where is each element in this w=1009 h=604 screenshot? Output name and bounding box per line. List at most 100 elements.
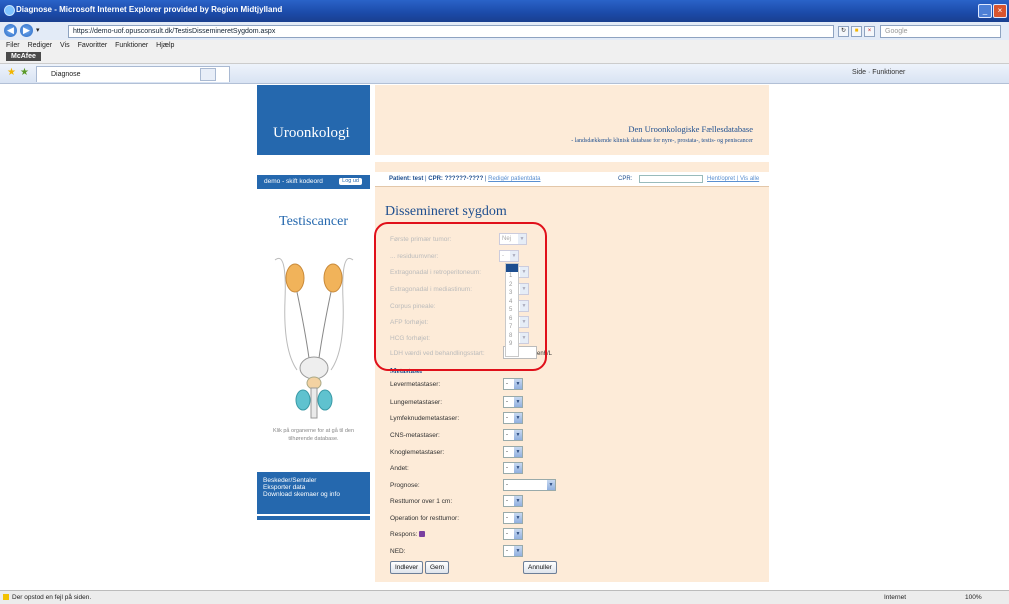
sidebar (257, 195, 370, 455)
right-kidney[interactable] (323, 263, 343, 293)
submit-button[interactable]: Indlever (390, 561, 424, 574)
cns-metastases-select[interactable]: - ▼ (503, 429, 523, 441)
search-input[interactable]: Google (880, 25, 1001, 38)
response-select[interactable]: - ▼ (503, 528, 523, 540)
field-label: Knoglemetastaser: (390, 449, 445, 456)
cpr-input[interactable] (639, 175, 703, 183)
logout-button[interactable]: Log ud (339, 178, 362, 185)
menu-file[interactable]: Filer (6, 40, 20, 51)
view-all-link[interactable]: Vis alle (740, 176, 759, 182)
help-icon[interactable] (419, 531, 426, 538)
minimize-button[interactable]: _ (978, 4, 992, 18)
response-row: Respons: (390, 531, 426, 538)
sidebar-link-messages[interactable]: Beskeder/Sentaler (257, 472, 370, 484)
select-value: - (506, 399, 508, 405)
anatomy-illustration[interactable] (265, 240, 363, 420)
tab-label: Diagnose (51, 71, 81, 78)
save-button[interactable]: Gem (425, 561, 450, 574)
penis[interactable] (310, 387, 318, 419)
left-testis[interactable] (295, 389, 311, 411)
cpr-label: CPR: (618, 176, 633, 182)
logo-panel: Uroonkologi (257, 85, 370, 155)
field-label: Operation for resttumor: (390, 515, 459, 522)
chevron-down-icon: ▼ (514, 496, 522, 506)
resttumor-operation-select[interactable]: - ▼ (503, 512, 523, 524)
favorites-star-icon[interactable]: ★ (7, 68, 16, 78)
residual-tumor-select[interactable]: - ▼ (503, 495, 523, 507)
sidebar-title: Testiscancer (279, 214, 348, 229)
liver-metastases-select[interactable]: - ▼ (503, 378, 523, 390)
select-value: - (506, 449, 508, 455)
menu-view[interactable]: Vis (60, 40, 70, 51)
menu-help[interactable]: Hjælp (156, 40, 174, 51)
forward-icon[interactable]: ▶ (20, 24, 33, 37)
edit-patient-link[interactable]: Redigér patientdata (488, 176, 540, 182)
address-input[interactable]: https://demo-uof.opusconsult.dk/TestisDi… (68, 25, 834, 38)
chevron-down-icon: ▼ (514, 397, 522, 407)
sidebar-link-export[interactable]: Eksporter data (257, 484, 370, 491)
back-icon[interactable]: ◀ (4, 24, 17, 37)
field-label: NED: (390, 548, 406, 555)
ie-icon (4, 5, 15, 16)
lymph-metastases-select[interactable]: - ▼ (503, 412, 523, 424)
prostate[interactable] (306, 376, 322, 390)
field-label: Andet: (390, 465, 409, 472)
page-title: Dissemineret sygdom (385, 204, 507, 219)
select-value: - (506, 531, 508, 537)
mcafee-toolbar: McAfee (0, 51, 1009, 64)
select-value: - (506, 548, 508, 554)
chevron-down-icon: ▼ (547, 480, 555, 490)
left-kidney[interactable] (285, 263, 305, 293)
other-metastases-select[interactable]: - ▼ (503, 462, 523, 474)
menu-tools[interactable]: Funktioner (115, 40, 148, 51)
mcafee-button[interactable]: McAfee (6, 52, 41, 61)
window-title: Diagnose - Microsoft Internet Explorer p… (16, 5, 283, 14)
database-subtitle: - landsdækkende klinisk database for nyr… (571, 138, 753, 144)
database-title: Den Uroonkologiske Fællesdatabase (628, 124, 753, 134)
chevron-down-icon: ▼ (514, 430, 522, 440)
change-password-link[interactable]: demo - skift kodeord (264, 178, 323, 185)
sidebar-links: Beskeder/Sentaler Eksporter data Downloa… (257, 472, 370, 514)
field-label: Respons: (390, 531, 418, 538)
zoom-level[interactable]: 100% (965, 594, 982, 601)
history-dropdown-icon[interactable]: ▾ (36, 26, 40, 34)
chevron-down-icon: ▼ (514, 463, 522, 473)
status-bar: Der opstod en fejl på siden. Internet 10… (0, 590, 1009, 604)
select-value: - (506, 465, 508, 471)
bladder[interactable] (299, 356, 329, 380)
menu-favorites[interactable]: Favoritter (78, 40, 108, 51)
fetch-patient-link[interactable]: Hent/opret (707, 176, 735, 182)
security-zone: Internet (884, 594, 907, 601)
site-logo[interactable]: Uroonkologi (273, 125, 350, 142)
add-favorites-icon[interactable]: ★ (20, 68, 29, 78)
patient-label: Patient: test (389, 176, 424, 182)
menu-edit[interactable]: Rediger (28, 40, 53, 51)
select-value: - (506, 432, 508, 438)
chevron-down-icon: ▼ (514, 513, 522, 523)
chevron-down-icon: ▼ (514, 546, 522, 556)
highlight-annotation (374, 222, 547, 371)
prognosis-select[interactable]: - ▼ (503, 479, 556, 491)
sidebar-link-download[interactable]: Download skemaer og info (257, 491, 370, 498)
field-label: Lungemetastaser: (390, 399, 443, 406)
header-banner: Den Uroonkologiske Fællesdatabase - land… (375, 85, 769, 155)
chevron-down-icon: ▼ (514, 413, 522, 423)
lock-icon[interactable]: ■ (851, 26, 862, 37)
close-button[interactable]: × (993, 4, 1007, 18)
new-tab-button[interactable] (200, 68, 216, 81)
command-bar[interactable]: Side · Funktioner (852, 69, 905, 76)
select-value: - (506, 482, 508, 488)
select-value: - (506, 515, 508, 521)
warning-icon[interactable] (3, 594, 9, 600)
ned-select[interactable]: - ▼ (503, 545, 523, 557)
cancel-button[interactable]: Annuller (523, 561, 557, 574)
sidebar-hint: Klik på organerne for at gå til den tilh… (272, 428, 355, 442)
bone-metastases-select[interactable]: - ▼ (503, 446, 523, 458)
lung-metastases-select[interactable]: - ▼ (503, 396, 523, 408)
refresh-icon[interactable]: ↻ (838, 26, 849, 37)
status-message[interactable]: Der opstod en fejl på siden. (12, 594, 91, 601)
stop-icon[interactable]: × (864, 26, 875, 37)
right-testis[interactable] (317, 389, 333, 411)
select-value: - (506, 498, 508, 504)
field-label: Lymfeknudemetastaser: (390, 415, 460, 422)
